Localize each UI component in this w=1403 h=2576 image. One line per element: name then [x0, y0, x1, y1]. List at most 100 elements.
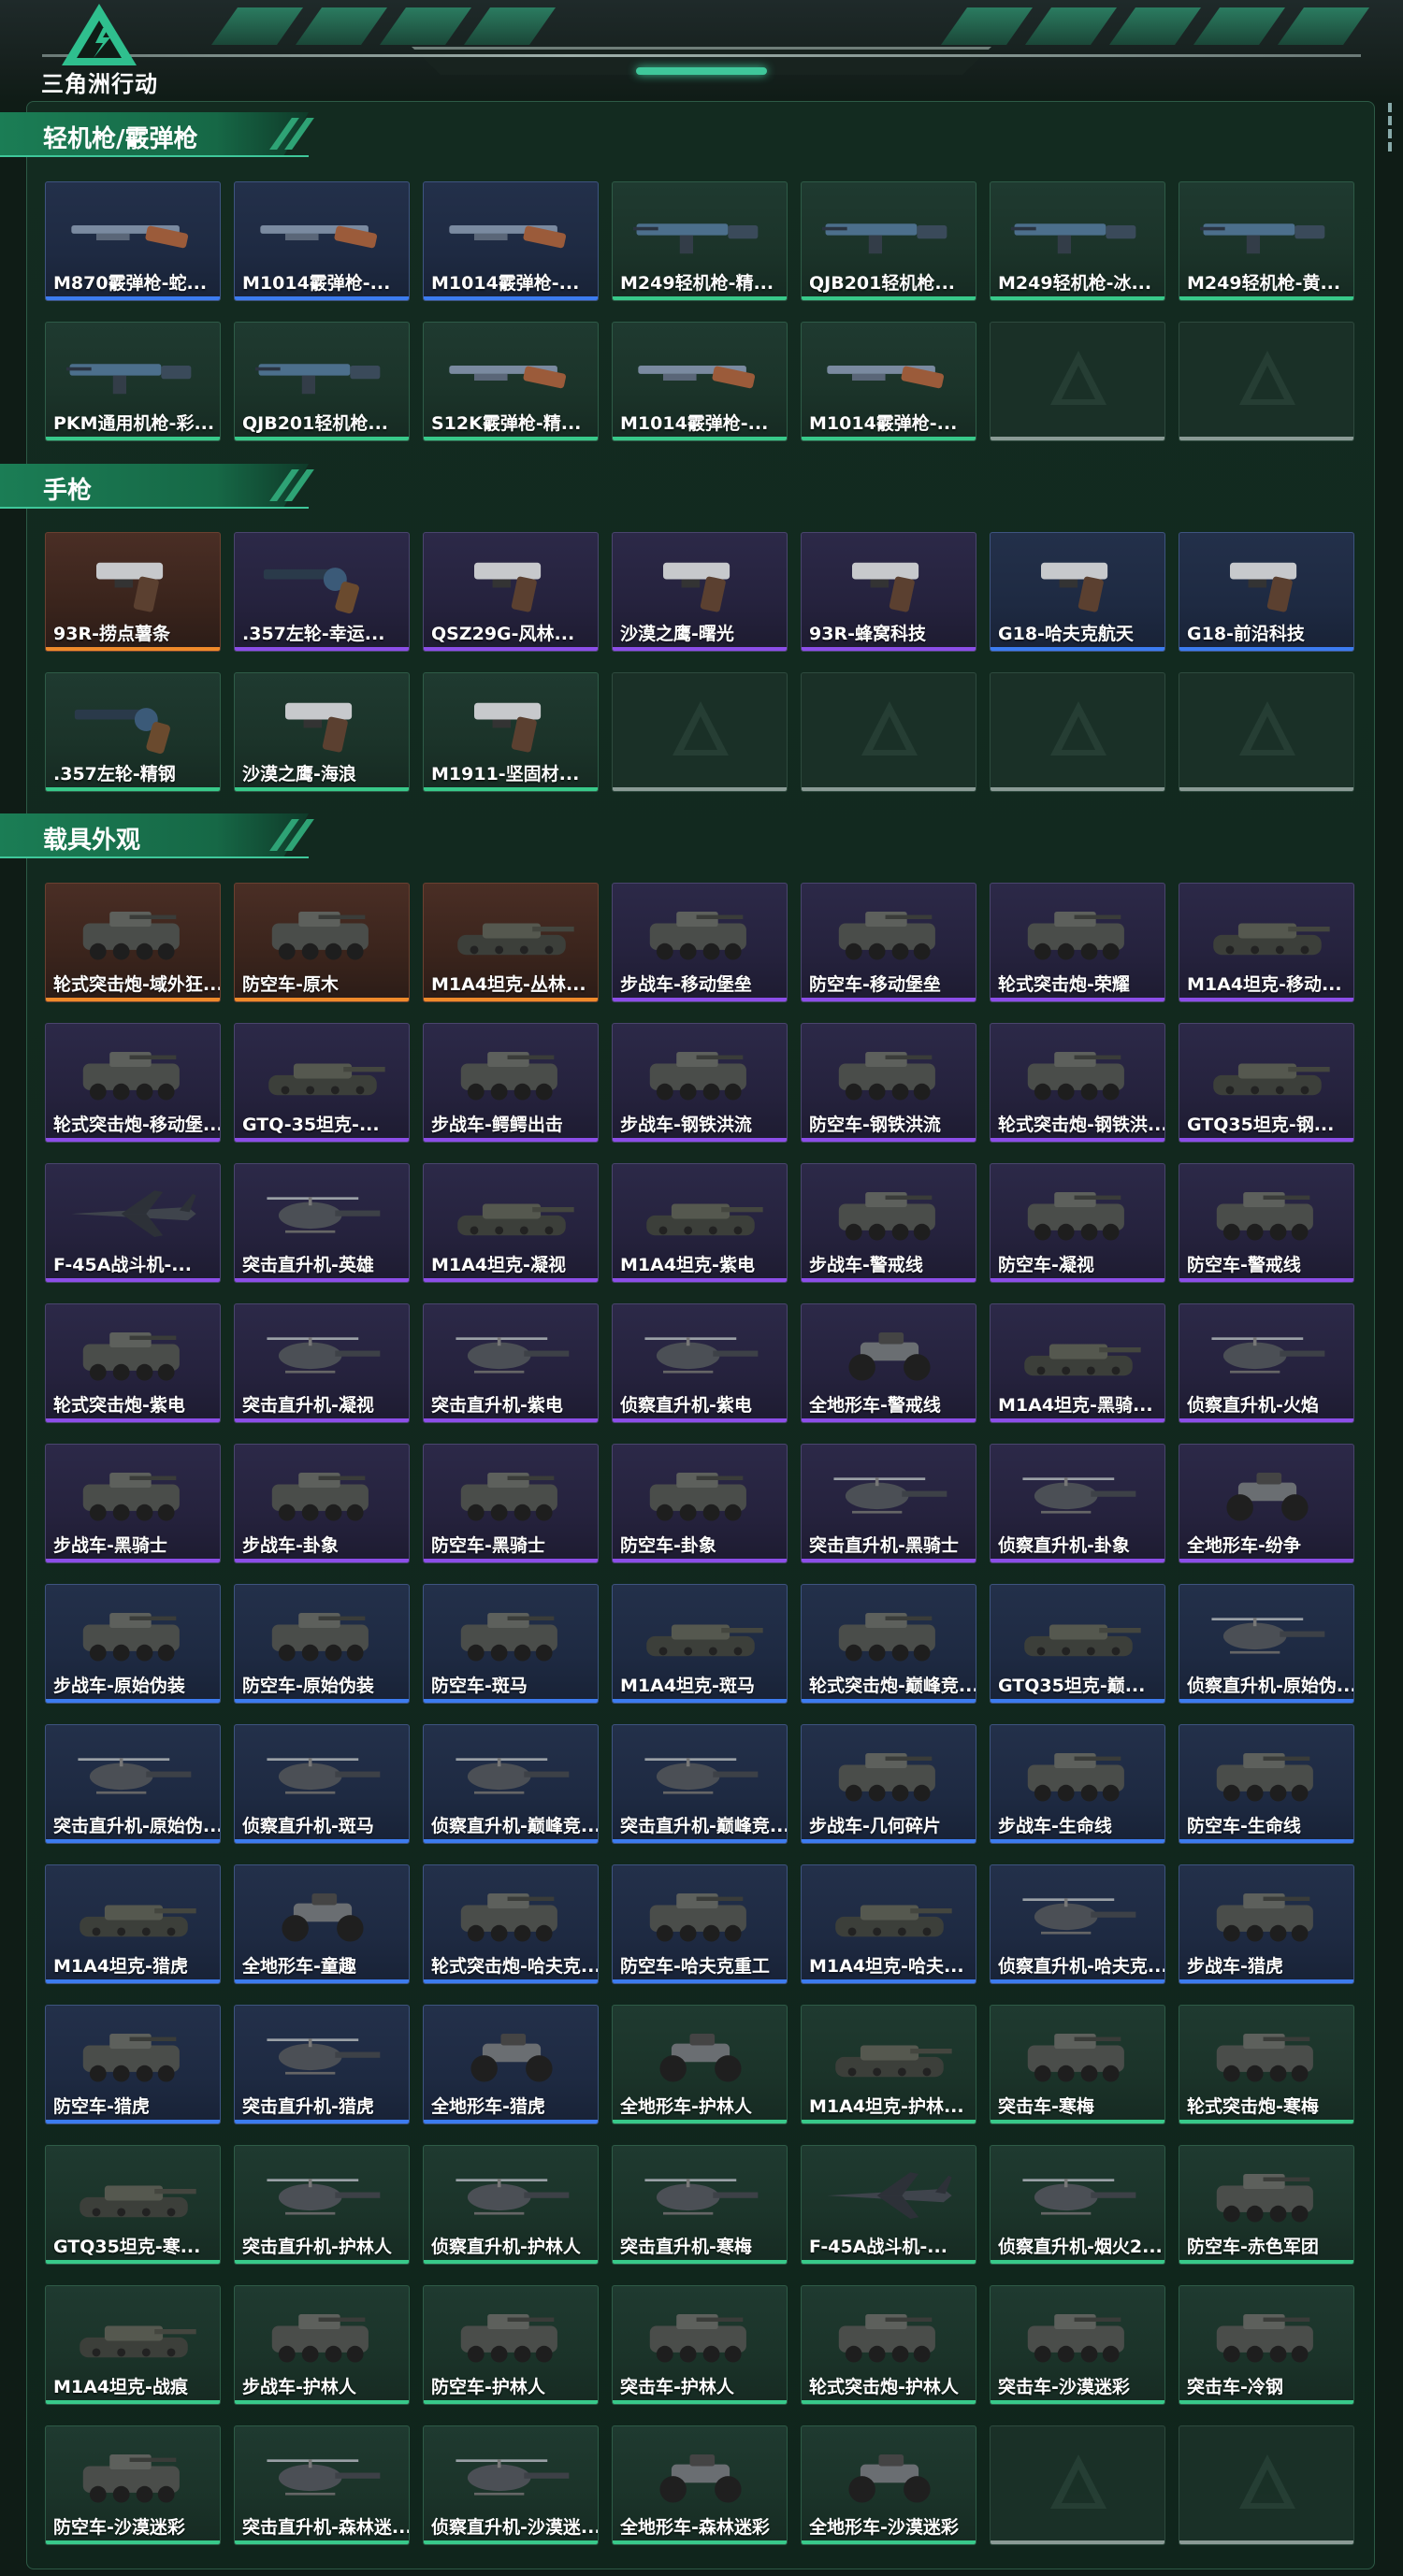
skin-card[interactable]: M1A4坦克-丛林...: [423, 883, 599, 1002]
skin-card[interactable]: 全地形车-警戒线: [801, 1303, 976, 1423]
skin-card[interactable]: 轮式突击炮-寒梅: [1179, 2005, 1354, 2124]
skin-card[interactable]: 防空车-钢铁洪流: [801, 1023, 976, 1143]
skin-card[interactable]: 突击直升机-猎虎: [234, 2005, 410, 2124]
skin-card[interactable]: .357左轮-精钢: [45, 672, 221, 792]
skin-card[interactable]: 全地形车-纷争: [1179, 1444, 1354, 1563]
skin-card[interactable]: 防空车-哈夫克重工: [612, 1864, 788, 1984]
skin-card[interactable]: M1014霰弹枪-...: [423, 181, 599, 301]
skin-card[interactable]: 突击直升机-凝视: [234, 1303, 410, 1423]
skin-card[interactable]: 突击直升机-黑骑士: [801, 1444, 976, 1563]
skin-card[interactable]: M870霰弹枪-蛇...: [45, 181, 221, 301]
skin-card[interactable]: F-45A战斗机-...: [801, 2145, 976, 2265]
skin-card[interactable]: QJB201轻机枪...: [801, 181, 976, 301]
skin-card[interactable]: 突击直升机-森林迷...: [234, 2425, 410, 2545]
skin-card[interactable]: 侦察直升机-沙漠迷...: [423, 2425, 599, 2545]
skin-card[interactable]: 全地形车-童趣: [234, 1864, 410, 1984]
skin-card[interactable]: 突击车-寒梅: [990, 2005, 1165, 2124]
skin-card[interactable]: 侦察直升机-巅峰竞...: [423, 1724, 599, 1844]
skin-card[interactable]: M1A4坦克-护林...: [801, 2005, 976, 2124]
skin-card[interactable]: M1911-坚固材...: [423, 672, 599, 792]
skin-card[interactable]: 全地形车-沙漠迷彩: [801, 2425, 976, 2545]
skin-card[interactable]: 步战车-原始伪装: [45, 1584, 221, 1704]
skin-card[interactable]: GTQ35坦克-钢...: [1179, 1023, 1354, 1143]
skin-card[interactable]: 步战车-几何碎片: [801, 1724, 976, 1844]
skin-card[interactable]: 全地形车-森林迷彩: [612, 2425, 788, 2545]
skin-card[interactable]: 突击直升机-寒梅: [612, 2145, 788, 2265]
skin-card[interactable]: 侦察直升机-原始伪...: [1179, 1584, 1354, 1704]
skin-card[interactable]: 沙漠之鹰-海浪: [234, 672, 410, 792]
skin-card[interactable]: 步战车-鳄鳄出击: [423, 1023, 599, 1143]
skin-card[interactable]: 防空车-卦象: [612, 1444, 788, 1563]
skin-card[interactable]: 防空车-沙漠迷彩: [45, 2425, 221, 2545]
skin-card[interactable]: 轮式突击炮-钢铁洪...: [990, 1023, 1165, 1143]
skin-card[interactable]: M249轻机枪-黄...: [1179, 181, 1354, 301]
skin-card[interactable]: 轮式突击炮-巅峰竞...: [801, 1584, 976, 1704]
skin-card[interactable]: GTQ35坦克-巅...: [990, 1584, 1165, 1704]
skin-card[interactable]: 侦察直升机-护林人: [423, 2145, 599, 2265]
skin-card[interactable]: GTQ35坦克-寒...: [45, 2145, 221, 2265]
skin-card[interactable]: 侦察直升机-紫电: [612, 1303, 788, 1423]
skin-card[interactable]: M1014霰弹枪-...: [612, 322, 788, 441]
skin-card[interactable]: M1A4坦克-黑骑...: [990, 1303, 1165, 1423]
skin-card[interactable]: 侦察直升机-火焰: [1179, 1303, 1354, 1423]
skin-card[interactable]: 突击直升机-巅峰竞...: [612, 1724, 788, 1844]
skin-card[interactable]: GTQ-35坦克-...: [234, 1023, 410, 1143]
skin-card[interactable]: 沙漠之鹰-曙光: [612, 532, 788, 652]
skin-card[interactable]: 突击直升机-紫电: [423, 1303, 599, 1423]
skin-card[interactable]: .357左轮-幸运...: [234, 532, 410, 652]
skin-card[interactable]: 轮式突击炮-哈夫克...: [423, 1864, 599, 1984]
skin-card[interactable]: 突击直升机-英雄: [234, 1163, 410, 1283]
skin-card[interactable]: 步战车-卦象: [234, 1444, 410, 1563]
skin-card[interactable]: 突击车-沙漠迷彩: [990, 2285, 1165, 2405]
skin-card[interactable]: 突击车-冷钢: [1179, 2285, 1354, 2405]
skin-card[interactable]: 防空车-警戒线: [1179, 1163, 1354, 1283]
skin-card[interactable]: 突击车-护林人: [612, 2285, 788, 2405]
skin-card[interactable]: M1A4坦克-猎虎: [45, 1864, 221, 1984]
skin-card[interactable]: 轮式突击炮-移动堡...: [45, 1023, 221, 1143]
skin-card[interactable]: M1A4坦克-战痕: [45, 2285, 221, 2405]
skin-card[interactable]: 步战车-钢铁洪流: [612, 1023, 788, 1143]
skin-card[interactable]: 侦察直升机-卦象: [990, 1444, 1165, 1563]
skin-card[interactable]: M1014霰弹枪-...: [801, 322, 976, 441]
skin-card[interactable]: M1A4坦克-哈夫...: [801, 1864, 976, 1984]
skin-card[interactable]: 93R-捞点薯条: [45, 532, 221, 652]
skin-card[interactable]: 轮式突击炮-紫电: [45, 1303, 221, 1423]
skin-card[interactable]: 步战车-猎虎: [1179, 1864, 1354, 1984]
skin-card[interactable]: M1A4坦克-移动...: [1179, 883, 1354, 1002]
skin-card[interactable]: 防空车-凝视: [990, 1163, 1165, 1283]
skin-card[interactable]: 步战车-移动堡垒: [612, 883, 788, 1002]
skin-card[interactable]: 突击直升机-护林人: [234, 2145, 410, 2265]
skin-card[interactable]: 防空车-移动堡垒: [801, 883, 976, 1002]
skin-card[interactable]: 防空车-原木: [234, 883, 410, 1002]
skin-card[interactable]: F-45A战斗机-...: [45, 1163, 221, 1283]
skin-card[interactable]: M1A4坦克-凝视: [423, 1163, 599, 1283]
skin-card[interactable]: QSZ29G-风林...: [423, 532, 599, 652]
skin-card[interactable]: 轮式突击炮-荣耀: [990, 883, 1165, 1002]
skin-card[interactable]: 步战车-护林人: [234, 2285, 410, 2405]
skin-card[interactable]: M249轻机枪-精...: [612, 181, 788, 301]
skin-card[interactable]: PKM通用机枪-彩...: [45, 322, 221, 441]
skin-card[interactable]: G18-前沿科技: [1179, 532, 1354, 652]
skin-card[interactable]: M1A4坦克-斑马: [612, 1584, 788, 1704]
skin-card[interactable]: 防空车-猎虎: [45, 2005, 221, 2124]
skin-card[interactable]: 防空车-斑马: [423, 1584, 599, 1704]
skin-card[interactable]: 侦察直升机-烟火2...: [990, 2145, 1165, 2265]
skin-card[interactable]: 防空车-原始伪装: [234, 1584, 410, 1704]
skin-card[interactable]: 步战车-生命线: [990, 1724, 1165, 1844]
skin-card[interactable]: S12K霰弹枪-精...: [423, 322, 599, 441]
skin-card[interactable]: 全地形车-护林人: [612, 2005, 788, 2124]
skin-card[interactable]: 侦察直升机-斑马: [234, 1724, 410, 1844]
skin-card[interactable]: 全地形车-猎虎: [423, 2005, 599, 2124]
skin-card[interactable]: 防空车-生命线: [1179, 1724, 1354, 1844]
skin-card[interactable]: M1A4坦克-紫电: [612, 1163, 788, 1283]
skin-card[interactable]: QJB201轻机枪...: [234, 322, 410, 441]
skin-card[interactable]: 防空车-护林人: [423, 2285, 599, 2405]
skin-card[interactable]: 步战车-黑骑士: [45, 1444, 221, 1563]
skin-card[interactable]: 侦察直升机-哈夫克...: [990, 1864, 1165, 1984]
skin-card[interactable]: M249轻机枪-冰...: [990, 181, 1165, 301]
skin-card[interactable]: 轮式突击炮-护林人: [801, 2285, 976, 2405]
skin-card[interactable]: 轮式突击炮-域外狂...: [45, 883, 221, 1002]
skin-card[interactable]: 突击直升机-原始伪...: [45, 1724, 221, 1844]
skin-card[interactable]: M1014霰弹枪-...: [234, 181, 410, 301]
skin-card[interactable]: 防空车-黑骑士: [423, 1444, 599, 1563]
